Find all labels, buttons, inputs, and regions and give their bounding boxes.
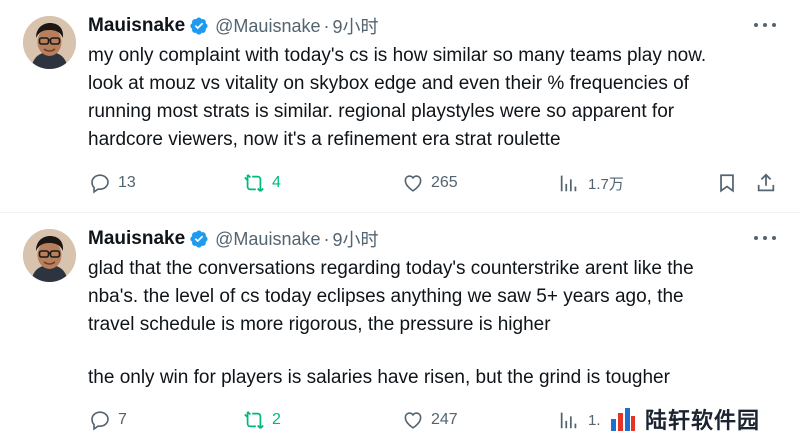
separator: · (323, 15, 330, 36)
reply-button[interactable]: 13 (89, 169, 136, 197)
text-line: glad that the conversations regarding to… (88, 258, 694, 279)
text-line: hardcore viewers, now it's a refinement … (88, 129, 561, 150)
views-button[interactable]: 1. (558, 406, 601, 434)
views-button[interactable]: 1.7万 (558, 169, 624, 197)
like-count: 265 (431, 174, 458, 191)
views-count: 1. (588, 411, 601, 429)
tweet[interactable]: Mauisnake @Mauisnake · 9小时 my only compl… (0, 0, 800, 213)
verified-icon (189, 229, 209, 249)
separator: · (323, 228, 330, 249)
more-icon[interactable] (752, 227, 778, 249)
avatar[interactable] (23, 16, 76, 69)
text-line: travel schedule is more rigorous, the pr… (88, 314, 551, 335)
like-icon (402, 409, 424, 431)
views-icon (558, 172, 580, 194)
author-handle[interactable]: @Mauisnake (215, 16, 320, 37)
like-count: 247 (431, 411, 458, 428)
text-line: my only complaint with today's cs is how… (88, 45, 707, 66)
retweet-icon (243, 409, 265, 431)
tweet-text: my only complaint with today's cs is how… (88, 42, 788, 154)
watermark-text: 陆轩软件园 (645, 409, 761, 434)
watermark-logo-icon (609, 405, 637, 433)
tweet-header: Mauisnake @Mauisnake · 9小时 (88, 227, 379, 251)
text-line: nba's. the level of cs today eclipses an… (88, 286, 684, 307)
like-icon (402, 172, 424, 194)
reply-icon (89, 172, 111, 194)
retweet-icon (243, 172, 265, 194)
like-button[interactable]: 265 (402, 169, 458, 197)
author-name[interactable]: Mauisnake (88, 228, 185, 250)
retweet-count: 2 (272, 411, 281, 428)
reply-count: 13 (118, 174, 136, 191)
like-button[interactable]: 247 (402, 406, 458, 434)
timestamp[interactable]: 9小时 (332, 13, 378, 39)
text-line: look at mouz vs vitality on skybox edge … (88, 73, 689, 94)
reply-icon (89, 409, 111, 431)
retweet-button[interactable]: 2 (243, 406, 281, 434)
bookmark-icon (716, 172, 738, 194)
retweet-button[interactable]: 4 (243, 169, 281, 197)
text-line: the only win for players is salaries hav… (88, 367, 670, 388)
author-name[interactable]: Mauisnake (88, 15, 185, 37)
author-handle[interactable]: @Mauisnake (215, 229, 320, 250)
reply-count: 7 (118, 411, 127, 428)
action-bar: 13 4 265 1.7万 (88, 169, 788, 197)
share-button[interactable] (755, 169, 777, 197)
tweet-header: Mauisnake @Mauisnake · 9小时 (88, 14, 379, 38)
bookmark-button[interactable] (716, 169, 738, 197)
retweet-count: 4 (272, 174, 281, 191)
views-icon (558, 409, 580, 431)
verified-icon (189, 16, 209, 36)
views-count: 1.7万 (588, 175, 624, 193)
more-icon[interactable] (752, 14, 778, 36)
timestamp[interactable]: 9小时 (332, 226, 378, 252)
text-line: running most strats is similar. regional… (88, 101, 675, 122)
watermark: 陆轩软件园 (609, 404, 761, 434)
tweet-text: glad that the conversations regarding to… (88, 255, 788, 392)
avatar[interactable] (23, 229, 76, 282)
reply-button[interactable]: 7 (89, 406, 127, 434)
share-icon (755, 172, 777, 194)
